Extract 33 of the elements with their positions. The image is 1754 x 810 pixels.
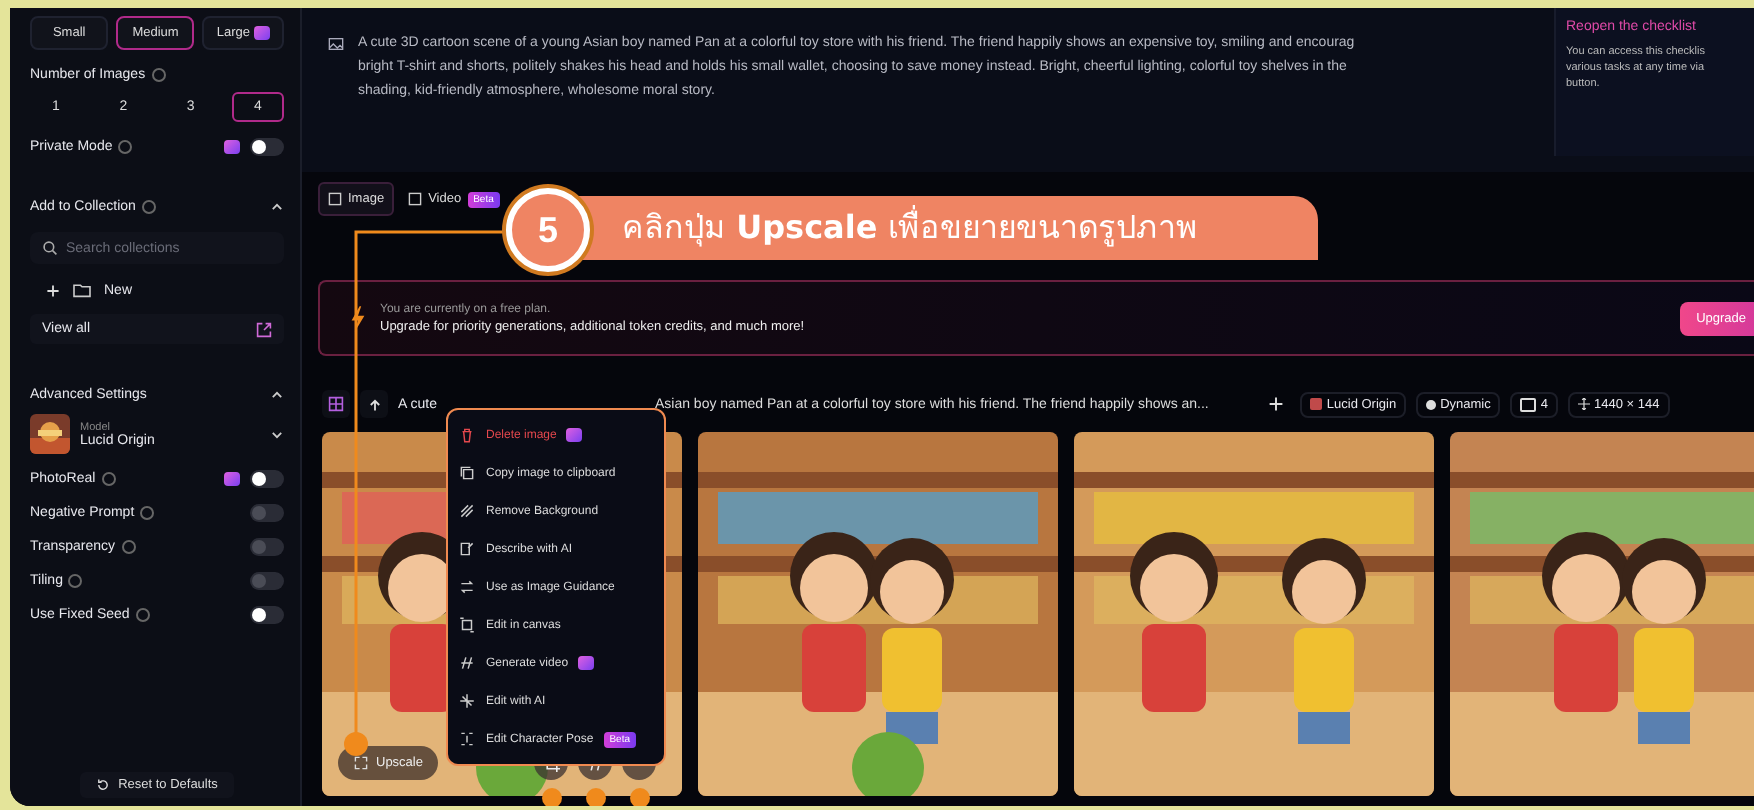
toggle-switch[interactable] xyxy=(250,606,284,624)
lightning-icon xyxy=(350,305,366,331)
plus-icon[interactable] xyxy=(46,283,60,297)
toggle-switch[interactable] xyxy=(250,138,284,156)
chevron-icon[interactable] xyxy=(270,200,284,214)
frame-icon xyxy=(328,192,342,206)
swap-arrows-icon xyxy=(458,578,476,596)
info-icon xyxy=(101,472,116,486)
frame-icon xyxy=(458,616,476,634)
info-icon xyxy=(68,574,83,588)
info-icon xyxy=(151,68,166,82)
copy-icon xyxy=(458,464,476,482)
info-icon xyxy=(121,540,136,554)
info-icon xyxy=(118,140,133,154)
grid-icon[interactable] xyxy=(322,390,350,418)
expand-icon xyxy=(354,756,368,770)
chevron-icon[interactable] xyxy=(270,388,284,402)
frame-icon xyxy=(408,192,423,206)
chevron-icon xyxy=(270,427,284,441)
search-icon xyxy=(42,240,58,256)
info-icon xyxy=(140,506,155,520)
stripes-icon xyxy=(458,502,476,520)
info-icon xyxy=(135,608,150,622)
move-icon xyxy=(1578,398,1590,410)
external-link-icon xyxy=(256,321,272,337)
reset-icon xyxy=(96,778,111,792)
toggle-switch[interactable] xyxy=(250,470,284,488)
image-prompt-icon[interactable] xyxy=(328,36,344,52)
upload-icon[interactable] xyxy=(360,390,388,418)
trash-icon xyxy=(458,426,476,444)
sparkle-icon xyxy=(458,692,476,710)
info-icon xyxy=(141,200,156,214)
folder-icon xyxy=(72,282,92,298)
